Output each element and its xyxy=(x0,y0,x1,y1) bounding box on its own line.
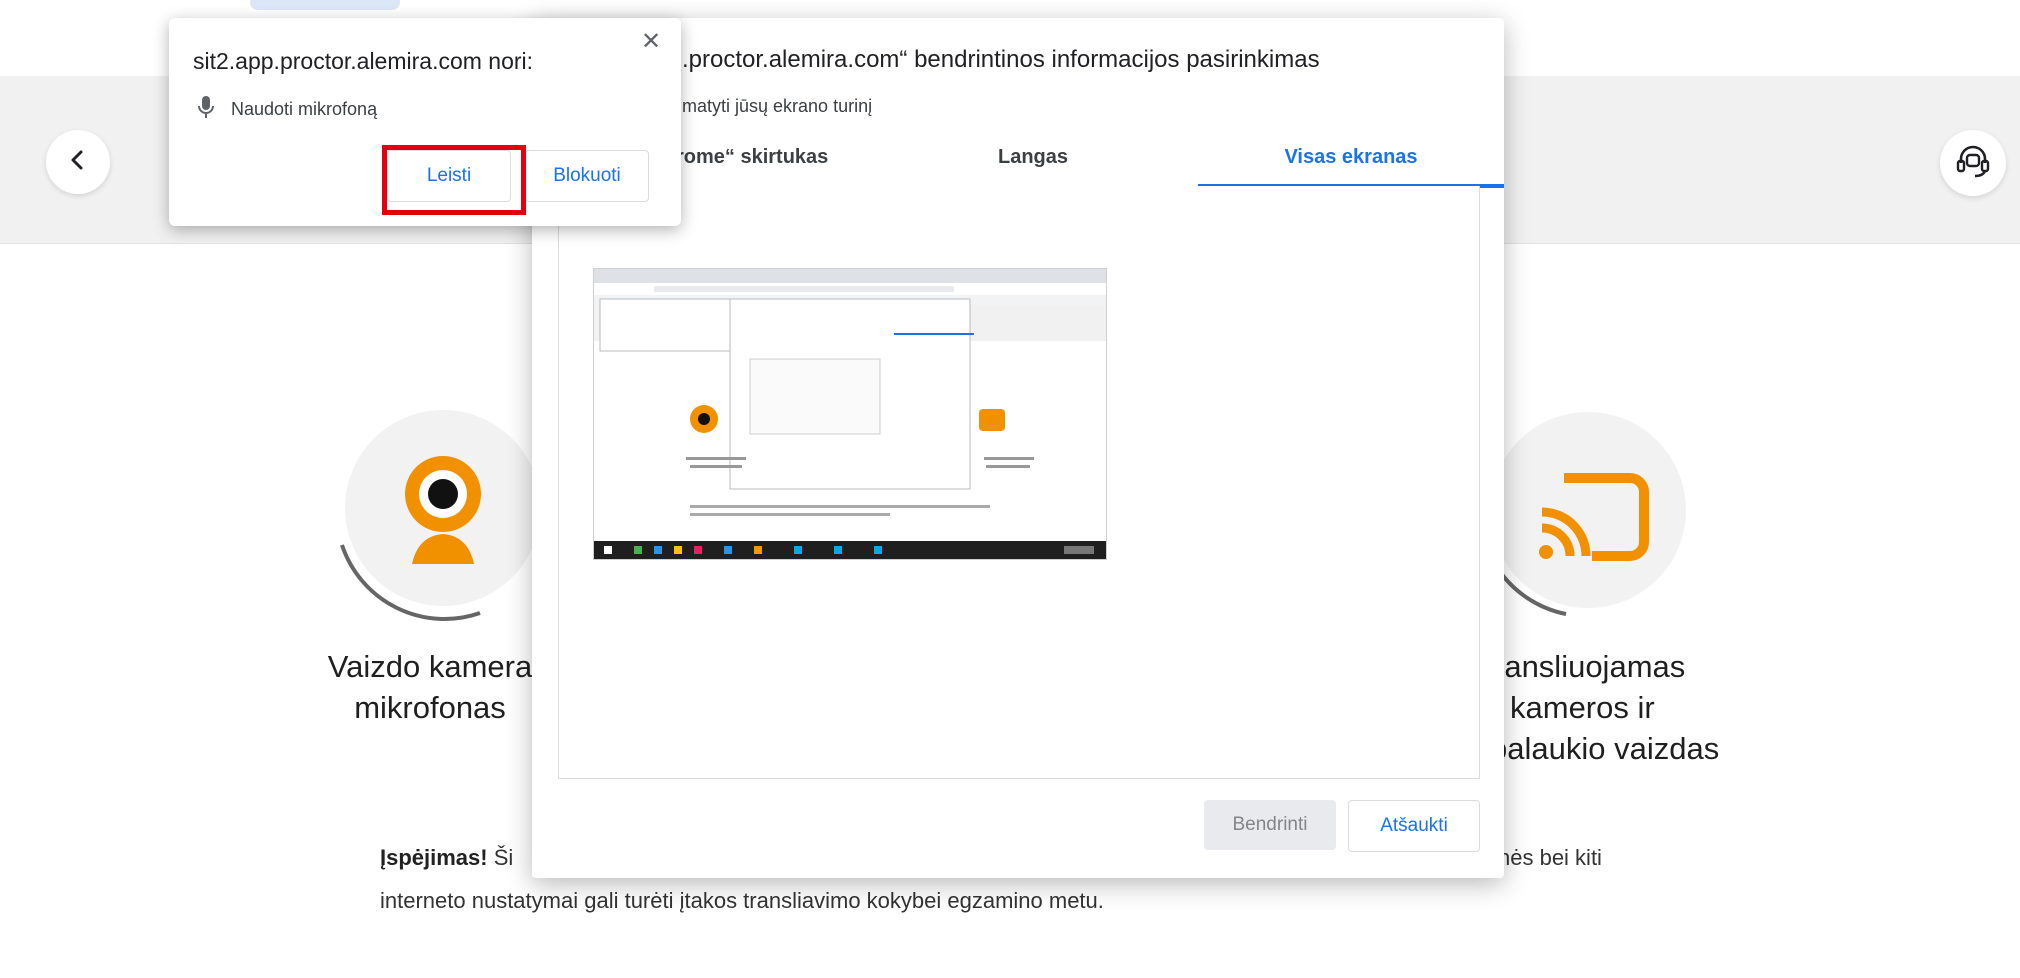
block-button[interactable]: Blokuoti xyxy=(525,150,649,202)
warning-line1-start: Įspėjimas! Ši xyxy=(380,836,513,879)
cast-icon xyxy=(1534,468,1650,573)
warning-line1-start-text: Ši xyxy=(487,845,514,870)
close-icon[interactable]: ✕ xyxy=(637,28,665,56)
camera-label-line1: Vaizdo kamera xyxy=(327,649,533,684)
chevron-left-icon xyxy=(67,149,89,176)
permission-label: Naudoti mikrofoną xyxy=(231,98,378,119)
support-button[interactable] xyxy=(1940,130,2006,196)
cancel-button[interactable]: Atšaukti xyxy=(1348,800,1480,852)
microphone-icon xyxy=(197,95,215,124)
stream-label-line1: ransliuojamas xyxy=(1494,649,1686,684)
tab-entire-screen[interactable]: Visas ekranas xyxy=(1198,146,1504,186)
headset-support-icon xyxy=(1953,141,1993,186)
permission-row: Naudoti mikrofoną xyxy=(197,94,377,124)
tab-chrome-tab[interactable]: rome“ skirtukas xyxy=(676,146,876,186)
stream-feature-label: ransliuojamas kameros ir palaukio vaizda… xyxy=(1490,646,1750,769)
warning-line1-end: nės bei kiti xyxy=(1498,845,1602,870)
share-button[interactable]: Bendrinti xyxy=(1204,800,1336,850)
screen-thumbnail[interactable] xyxy=(593,268,1107,560)
allow-highlight-box xyxy=(382,145,526,215)
camera-feature-label: Vaizdo kamera mikrofonas xyxy=(300,646,560,728)
permission-title: sit2.app.proctor.alemira.com nori: xyxy=(193,48,534,74)
back-button[interactable] xyxy=(46,130,110,194)
warning-line2: interneto nustatymai gali turėti įtakos … xyxy=(380,888,1104,913)
tab-hint xyxy=(250,0,400,10)
webcam-icon xyxy=(398,452,488,569)
share-tabs: rome“ skirtukas Langas Visas ekranas xyxy=(558,146,1504,188)
tab-window[interactable]: Langas xyxy=(888,146,1178,186)
camera-label-line2: mikrofonas xyxy=(354,690,506,725)
screen-preview-area xyxy=(558,186,1480,779)
warning-strong: Įspėjimas! xyxy=(380,845,488,870)
stream-label-line3: palaukio vaizdas xyxy=(1490,731,1720,766)
share-dialog-title: .proctor.alemira.com“ bendrintinos infor… xyxy=(682,46,1320,73)
share-dialog-subtitle: matyti jūsų ekrano turinį xyxy=(682,96,873,116)
stream-label-line2: kameros ir xyxy=(1510,690,1655,725)
